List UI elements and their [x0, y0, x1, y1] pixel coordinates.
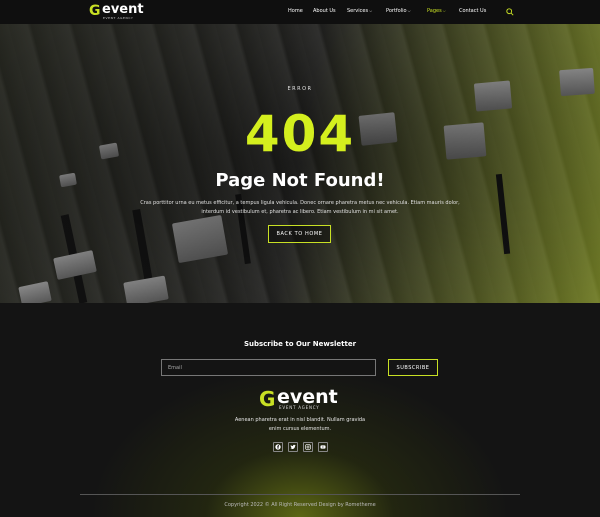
nav-pages-label: Pages — [427, 8, 442, 14]
nav-contact-us-label: Contact Us — [459, 8, 487, 14]
copyright-text: Copyright 2022 © All Right Reserved Desi… — [224, 502, 376, 508]
hero-overlay — [0, 24, 600, 303]
youtube-icon[interactable] — [318, 442, 328, 452]
social-links — [273, 442, 329, 454]
chevron-down-icon: ⌵ — [407, 8, 411, 13]
subscribe-button[interactable]: SUBSCRIBE — [388, 359, 438, 376]
twitter-icon[interactable] — [288, 442, 298, 452]
nav-services-label: Services — [347, 8, 369, 14]
chevron-down-icon: ⌵ — [442, 8, 446, 13]
instagram-icon[interactable] — [303, 442, 313, 452]
site-logo[interactable]: G event EVENT AGENCY — [89, 2, 159, 21]
search-icon[interactable] — [506, 8, 514, 16]
footer-logo-subtitle: EVENT AGENCY — [279, 405, 320, 410]
error-description: Cras porttitor urna eu metus efficitur, … — [140, 200, 460, 215]
error-label: ERROR — [287, 86, 313, 92]
nav-services[interactable]: Services⌵ — [347, 8, 372, 14]
error-code: 404 — [244, 105, 356, 163]
nav-about-us-label: About Us — [313, 8, 336, 14]
newsletter-title: Subscribe to Our Newsletter — [243, 340, 357, 348]
logo-letter: G — [89, 3, 101, 19]
facebook-icon[interactable] — [273, 442, 283, 452]
nav-portfolio[interactable]: Portfolio⌵ — [386, 8, 411, 14]
site-footer: Subscribe to Our Newsletter SUBSCRIBE G … — [0, 303, 600, 517]
footer-divider — [80, 494, 520, 495]
hero-section: ERROR 404 Page Not Found! Cras porttitor… — [0, 24, 600, 303]
logo-subtitle: EVENT AGENCY — [103, 16, 134, 20]
chevron-down-icon: ⌵ — [369, 8, 373, 13]
footer-logo-letter: G — [259, 387, 276, 411]
nav-pages[interactable]: Pages⌵ — [427, 8, 446, 14]
nav-home[interactable]: Home — [288, 8, 303, 14]
nav-portfolio-label: Portfolio — [386, 8, 407, 14]
site-header: G event EVENT AGENCY Home About Us Servi… — [0, 0, 600, 24]
nav-home-label: Home — [288, 8, 303, 14]
page-title: Page Not Found! — [215, 170, 385, 191]
email-field[interactable] — [161, 359, 376, 376]
footer-logo[interactable]: G event EVENT AGENCY — [259, 386, 349, 413]
footer-about-text: Aenean pharetra erat in nisl blandit. Nu… — [234, 417, 366, 432]
nav-contact-us[interactable]: Contact Us — [459, 8, 486, 14]
back-to-home-button[interactable]: BACK TO HOME — [268, 225, 331, 243]
nav-about-us[interactable]: About Us — [313, 8, 336, 14]
